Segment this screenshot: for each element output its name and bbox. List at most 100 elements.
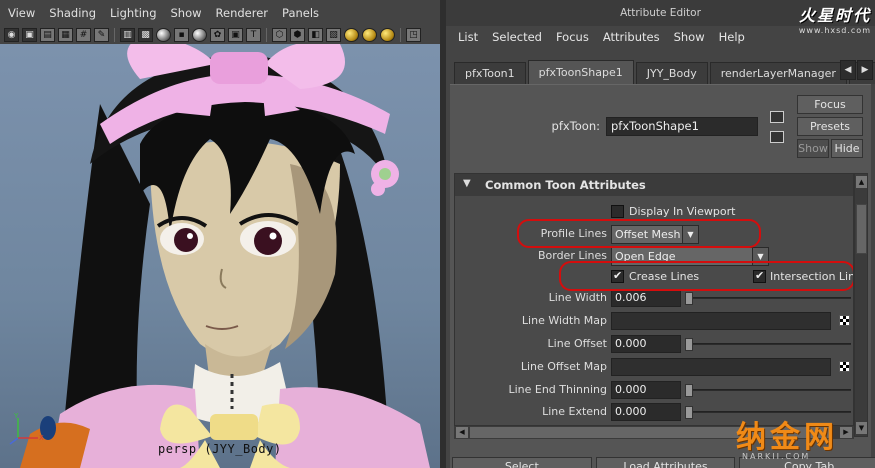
default-light-icon[interactable]	[344, 28, 359, 42]
character-render	[20, 44, 430, 468]
hide-button[interactable]: Hide	[831, 139, 863, 158]
texture-display-icon[interactable]: ▧	[326, 28, 341, 42]
input-connections-icon[interactable]	[770, 111, 784, 123]
common-toon-attributes-section: ▼ Common Toon Attributes Display In View…	[454, 173, 854, 437]
line-end-thinning-field[interactable]: 0.000	[611, 381, 681, 399]
tab-pfxtoon1[interactable]: pfxToon1	[454, 62, 526, 84]
section-title: Common Toon Attributes	[485, 178, 646, 192]
line-width-slider[interactable]	[685, 292, 851, 305]
scroll-right-icon[interactable]: ▶	[840, 427, 852, 438]
line-offset-label: Line Offset	[547, 337, 607, 350]
line-width-map-field[interactable]	[611, 312, 831, 330]
tab-scroll-arrows: ◀ ▶	[839, 60, 873, 80]
show-button[interactable]: Show	[797, 139, 829, 158]
isolate-icon[interactable]: ▣	[228, 28, 243, 42]
bottom-watermark: 纳金网 NARKII.COM	[736, 412, 838, 461]
line-extend-label: Line Extend	[542, 405, 607, 418]
line-offset-map-label: Line Offset Map	[520, 360, 607, 373]
viewport-3d-scene[interactable]	[0, 44, 440, 468]
presets-button[interactable]: Presets	[797, 117, 863, 136]
node-tabs: pfxToon1 pfxToonShape1 JYY_Body renderLa…	[454, 60, 875, 84]
svg-text:X: X	[39, 434, 44, 442]
display-in-viewport-checkbox[interactable]	[611, 205, 624, 218]
line-offset-map-row: Line Offset Map	[455, 357, 853, 377]
tab-renderlayermanager[interactable]: renderLayerManager	[709, 62, 847, 84]
line-offset-slider[interactable]	[685, 338, 851, 351]
attribute-editor-menubar: List Selected Focus Attributes Show Help	[446, 26, 875, 48]
load-attributes-button[interactable]: Load Attributes	[595, 457, 736, 468]
line-extend-field[interactable]: 0.000	[611, 403, 681, 421]
vertical-scrollbar[interactable]: ▲ ▼	[854, 173, 868, 437]
bookmark-icon[interactable]: ▤	[40, 28, 55, 42]
ae-menu-show[interactable]: Show	[674, 30, 705, 44]
highlight-oval-line-types	[559, 261, 853, 291]
slider-handle[interactable]	[685, 384, 693, 397]
node-type-label: pfxToon:	[551, 119, 600, 133]
map-texture-icon[interactable]	[839, 361, 850, 372]
resolution-gate-icon[interactable]: ◳	[406, 28, 421, 42]
menu-lighting[interactable]: Lighting	[110, 6, 156, 20]
slider-handle[interactable]	[685, 292, 693, 305]
svg-text:Y: Y	[13, 412, 19, 420]
cube-shaded-icon[interactable]: ⬢	[290, 28, 305, 42]
viewport-panel[interactable]: View Shading Lighting Show Renderer Pane…	[0, 0, 440, 468]
line-width-map-row: Line Width Map	[455, 311, 853, 331]
output-connections-icon[interactable]	[770, 131, 784, 143]
line-offset-field[interactable]: 0.000	[611, 335, 681, 353]
axis-gizmo-icon: Y X	[9, 412, 44, 445]
slider-handle[interactable]	[685, 406, 693, 419]
ae-menu-list[interactable]: List	[458, 30, 478, 44]
display-in-viewport-label: Display In Viewport	[629, 205, 736, 218]
line-end-thinning-row: Line End Thinning 0.000	[455, 380, 853, 400]
line-offset-map-field[interactable]	[611, 358, 831, 376]
scroll-left-icon[interactable]: ◀	[456, 427, 468, 438]
cube-icon[interactable]: ⬡	[272, 28, 287, 42]
scroll-thumb[interactable]	[856, 204, 867, 254]
map-texture-icon[interactable]	[839, 315, 850, 326]
texture-icon[interactable]: ✿	[210, 28, 225, 42]
camera-label: persp (JYY_Body)	[158, 442, 282, 456]
ae-menu-selected[interactable]: Selected	[492, 30, 542, 44]
menu-view[interactable]: View	[8, 6, 35, 20]
grid-icon[interactable]: #	[76, 28, 91, 42]
smooth-shade-icon[interactable]	[156, 28, 171, 42]
wireframe-icon[interactable]: ▥	[120, 28, 135, 42]
grid-toggle-icon[interactable]: ▩	[138, 28, 153, 42]
menu-show[interactable]: Show	[171, 6, 202, 20]
wireframe-on-shaded-icon[interactable]	[192, 28, 207, 42]
attribute-panel: pfxToon: pfxToonShape1 Focus Presets Sho…	[450, 84, 875, 468]
scroll-up-icon[interactable]: ▲	[856, 176, 867, 188]
menu-panels[interactable]: Panels	[282, 6, 319, 20]
camera-attributes-icon[interactable]: ▣	[22, 28, 37, 42]
tab-jyy-body[interactable]: JYY_Body	[635, 62, 708, 84]
film-gate-icon[interactable]: ✎	[94, 28, 109, 42]
slider-handle[interactable]	[685, 338, 693, 351]
camera-select-icon[interactable]: ◉	[4, 28, 19, 42]
xray-icon[interactable]: ◧	[308, 28, 323, 42]
menu-shading[interactable]: Shading	[49, 6, 96, 20]
section-header[interactable]: ▼ Common Toon Attributes	[455, 174, 853, 196]
tab-pfxtoonshape1[interactable]: pfxToonShape1	[527, 60, 634, 84]
ae-menu-focus[interactable]: Focus	[556, 30, 589, 44]
focus-button[interactable]: Focus	[797, 95, 863, 114]
image-plane-icon[interactable]: ▦	[58, 28, 73, 42]
shadows-icon[interactable]	[380, 28, 395, 42]
all-lights-icon[interactable]	[362, 28, 377, 42]
text-icon[interactable]: T	[246, 28, 261, 42]
ae-menu-attributes[interactable]: Attributes	[603, 30, 660, 44]
select-button[interactable]: Select	[452, 457, 592, 468]
line-width-map-label: Line Width Map	[521, 314, 607, 327]
line-width-field[interactable]: 0.006	[611, 289, 681, 307]
ae-menu-help[interactable]: Help	[719, 30, 745, 44]
line-end-thinning-slider[interactable]	[685, 384, 851, 397]
line-width-row: Line Width 0.006	[455, 288, 853, 308]
scroll-down-icon[interactable]: ▼	[856, 422, 867, 434]
line-width-label: Line Width	[548, 291, 607, 304]
node-name-field[interactable]: pfxToonShape1	[606, 117, 758, 136]
collapse-arrow-icon[interactable]: ▼	[463, 178, 471, 189]
menu-renderer[interactable]: Renderer	[216, 6, 269, 20]
viewport-toolbar: ◉ ▣ ▤ ▦ # ✎ ▥ ▩ ▪ ✿ ▣ T ⬡ ⬢ ◧ ▧ ◳	[0, 26, 440, 44]
tab-scroll-right-icon[interactable]: ▶	[857, 60, 873, 80]
tab-scroll-left-icon[interactable]: ◀	[840, 60, 856, 80]
shade-icon[interactable]: ▪	[174, 28, 189, 42]
